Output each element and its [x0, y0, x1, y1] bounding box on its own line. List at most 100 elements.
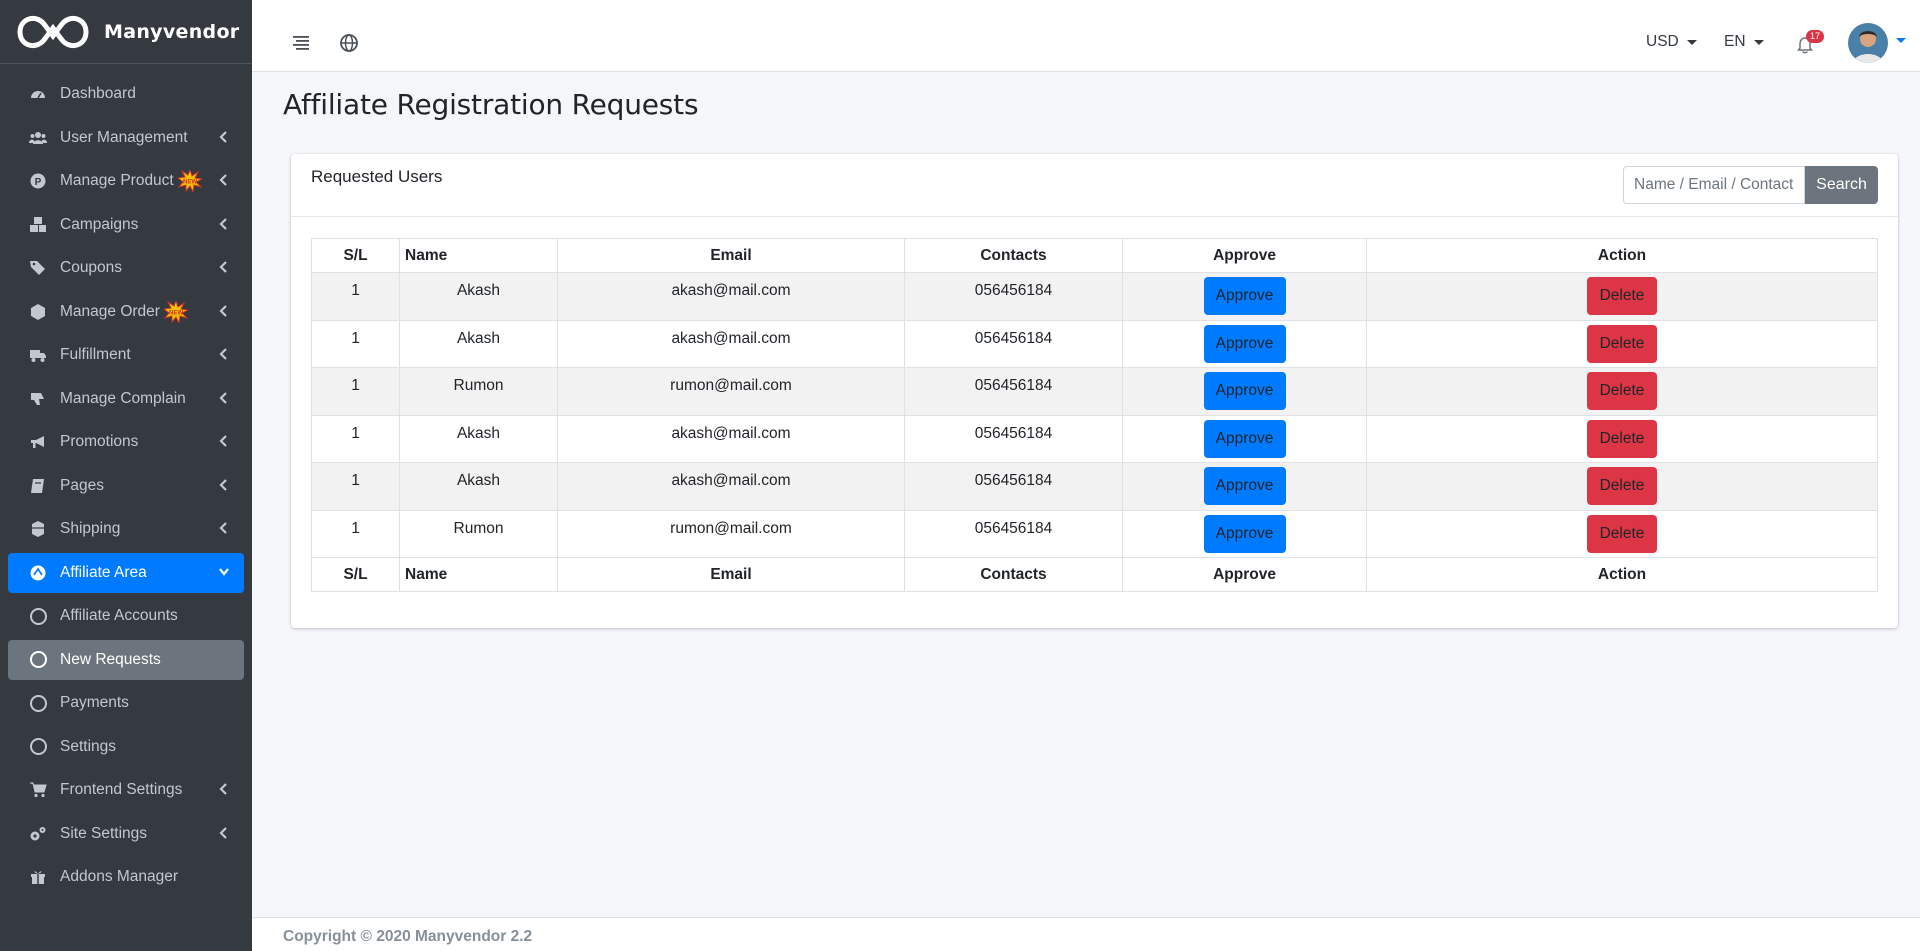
chevron-left-icon	[219, 130, 227, 143]
sidebar-item-label: Affiliate Area	[60, 563, 147, 581]
search-button[interactable]: Search	[1805, 166, 1878, 204]
cell-approve: Approve	[1122, 319, 1367, 368]
cell-email: akash@mail.com	[557, 414, 905, 463]
avatar[interactable]	[1848, 23, 1888, 63]
sidebar-item-manage-order[interactable]: Manage Order NEW	[8, 292, 244, 332]
column-header-sl: S/L	[311, 238, 400, 273]
table-row: 1 Akash akash@mail.com 056456184 Approve Dele…	[311, 272, 1878, 321]
language-dropdown[interactable]: EN	[1724, 33, 1764, 51]
new-burst-icon: NEW	[163, 300, 188, 323]
cell-sl: 1	[311, 319, 400, 368]
sidebar-item-label: Fulfillment	[60, 346, 131, 363]
cell-email: akash@mail.com	[557, 462, 905, 511]
chevron-left-icon	[219, 478, 227, 491]
cell-email: akash@mail.com	[557, 272, 905, 321]
sidebar-item-affiliate-area[interactable]: Affiliate Area	[8, 552, 244, 593]
sidebar-item-site-settings[interactable]: Site Settings	[8, 814, 244, 854]
cell-name: Akash	[399, 272, 558, 321]
svg-text:NEW: NEW	[169, 310, 183, 316]
sidebar-item-pages[interactable]: Pages	[8, 466, 244, 506]
column-footer-sl: S/L	[311, 557, 400, 592]
cell-contact: 056456184	[904, 414, 1123, 463]
notifications-button[interactable]: 17	[1796, 30, 1825, 58]
language-label: EN	[1724, 33, 1746, 50]
table-row: 1 Akash akash@mail.com 056456184 Approve Dele…	[311, 462, 1878, 511]
bullhorn-icon	[28, 432, 48, 452]
chevron-left-icon	[219, 826, 227, 839]
approve-button[interactable]: Approve	[1203, 514, 1286, 553]
approve-button[interactable]: Approve	[1203, 324, 1286, 363]
column-footer-email: Email	[557, 557, 905, 592]
currency-dropdown[interactable]: USD	[1646, 33, 1697, 51]
sidebar-item-shipping[interactable]: Shipping	[8, 509, 244, 549]
sidebar-item-addons-manager[interactable]: Addons Manager	[8, 857, 244, 897]
requests-table: S/L Name Email Contacts Approve Action 1…	[311, 238, 1878, 592]
sidebar-item-label: Settings	[60, 737, 117, 755]
delete-button[interactable]: Delete	[1587, 324, 1657, 363]
brand[interactable]: Manyvendor	[0, 0, 252, 64]
footer: Copyright © 2020 Manyvendor 2.2	[252, 917, 1920, 951]
chevron-left-icon	[219, 217, 227, 230]
table-row: 1 Akash akash@mail.com 056456184 Approve Dele…	[311, 414, 1878, 463]
menu-toggle-icon[interactable]	[290, 31, 312, 53]
approve-button[interactable]: Approve	[1203, 467, 1286, 506]
sidebar-item-label: Manage Product	[60, 172, 174, 189]
sidebar-item-new-requests[interactable]: New Requests	[8, 639, 244, 680]
delete-button[interactable]: Delete	[1587, 467, 1657, 506]
sidebar-item-fulfillment[interactable]: Fulfillment	[8, 335, 244, 375]
cell-approve: Approve	[1122, 272, 1367, 321]
affiliate-icon	[28, 563, 48, 583]
chevron-left-icon	[219, 174, 227, 186]
approve-button[interactable]: Approve	[1203, 372, 1286, 411]
new-burst-icon: NEW	[177, 170, 202, 192]
column-header-email: Email	[557, 238, 905, 273]
sidebar-item-label: Pages	[60, 476, 104, 494]
sidebar-item-promotions[interactable]: Promotions	[8, 422, 244, 462]
cell-contact: 056456184	[904, 272, 1123, 321]
delete-button[interactable]: Delete	[1587, 514, 1657, 553]
column-header-contacts: Contacts	[904, 238, 1123, 273]
copyright-text: Copyright © 2020 Manyvendor 2.2	[283, 928, 533, 945]
chevron-left-icon	[219, 783, 227, 795]
sidebar-item-settings[interactable]: Settings	[8, 727, 244, 767]
delete-button[interactable]: Delete	[1587, 372, 1657, 411]
approve-button[interactable]: Approve	[1203, 277, 1286, 316]
sidebar-item-manage-complain[interactable]: Manage Complain	[8, 379, 244, 419]
cell-action: Delete	[1366, 319, 1878, 368]
chevron-left-icon	[219, 261, 227, 273]
table-header-row: S/L Name Email Contacts Approve Action	[311, 238, 1878, 273]
box-icon	[28, 302, 48, 322]
cell-contact: 056456184	[904, 319, 1123, 368]
sidebar-item-user-management[interactable]: User Management	[8, 118, 244, 158]
table-row: 1 Akash akash@mail.com 056456184 Approve Dele…	[311, 319, 1878, 368]
sidebar-item-affiliate-accounts[interactable]: Affiliate Accounts	[8, 596, 244, 636]
delete-button[interactable]: Delete	[1587, 277, 1657, 316]
cell-action: Delete	[1366, 462, 1878, 511]
dashboard-icon	[28, 84, 48, 104]
shipping-icon	[28, 519, 48, 539]
sidebar-item-label: New Requests	[60, 650, 161, 668]
svg-text:P: P	[35, 177, 42, 188]
sidebar-item-frontend-settings[interactable]: Frontend Settings	[8, 770, 244, 810]
user-avatar-image	[1848, 23, 1888, 63]
truck-icon	[28, 345, 48, 365]
sidebar-item-label: Payments	[60, 694, 129, 711]
delete-button[interactable]: Delete	[1587, 419, 1657, 458]
cell-action: Delete	[1366, 414, 1878, 463]
notification-badge: 17	[1806, 30, 1825, 43]
approve-button[interactable]: Approve	[1203, 419, 1286, 458]
sidebar-item-dashboard[interactable]: Dashboard	[8, 74, 244, 114]
sidebar-item-payments[interactable]: Payments	[8, 683, 244, 723]
search-input[interactable]	[1623, 166, 1805, 204]
cell-action: Delete	[1366, 272, 1878, 321]
cell-action: Delete	[1366, 509, 1878, 558]
column-header-name: Name	[399, 238, 558, 273]
sidebar-item-coupons[interactable]: Coupons	[8, 248, 244, 288]
globe-icon[interactable]	[338, 31, 360, 53]
book-icon	[28, 476, 48, 496]
sidebar-item-label: Campaigns	[60, 215, 139, 233]
caret-down-icon[interactable]	[1896, 38, 1906, 43]
sidebar-item-campaigns[interactable]: Campaigns	[8, 205, 244, 245]
table-row: 1 Rumon rumon@mail.com 056456184 Approve Dele…	[311, 509, 1878, 558]
sidebar-item-manage-product[interactable]: P Manage Product NEW	[8, 161, 244, 201]
